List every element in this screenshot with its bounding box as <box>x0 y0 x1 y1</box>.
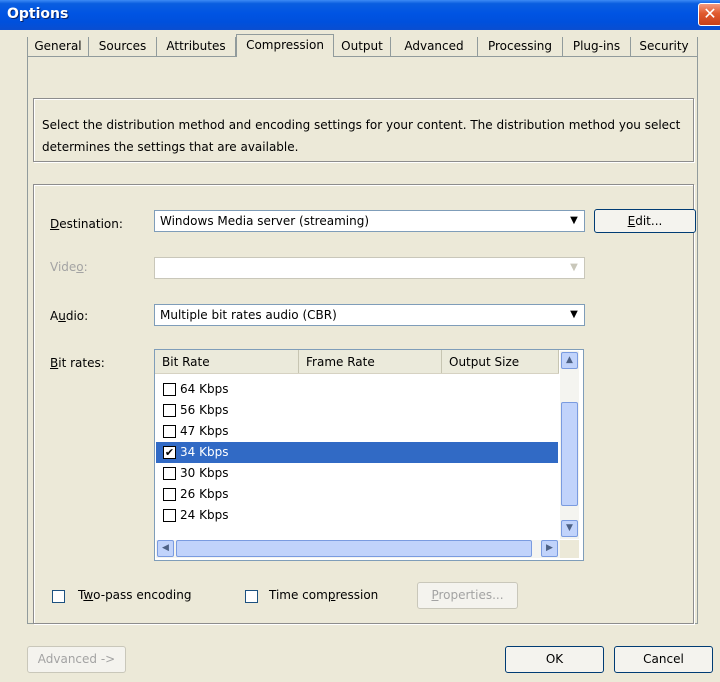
list-item[interactable]: 64 Kbps <box>156 379 558 400</box>
tab-sources[interactable]: Sources <box>89 37 157 57</box>
tab-processing[interactable]: Processing <box>478 37 563 57</box>
chevron-down-icon: ▼ <box>570 215 578 226</box>
column-bit-rate[interactable]: Bit Rate <box>155 350 299 373</box>
column-frame-rate[interactable]: Frame Rate <box>299 350 442 373</box>
title-bar[interactable]: Options <box>0 0 720 30</box>
description-text: Select the distribution method and encod… <box>42 118 681 154</box>
audio-dropdown[interactable]: Multiple bit rates audio (CBR) ▼ <box>154 304 585 326</box>
row-checkbox[interactable] <box>163 509 176 522</box>
list-item[interactable]: 47 Kbps <box>156 421 558 442</box>
close-icon: ✕ <box>703 4 717 23</box>
list-item[interactable]: 26 Kbps <box>156 484 558 505</box>
chevron-down-icon: ▼ <box>570 309 578 320</box>
bitrates-label: Bit rates: <box>50 356 105 370</box>
row-checkbox-checked[interactable]: ✔ <box>163 446 176 459</box>
properties-button[interactable]: Properties... <box>417 582 518 609</box>
row-checkbox[interactable] <box>163 383 176 396</box>
options-dialog: Options ✕ General Sources Attributes Com… <box>0 0 720 682</box>
tab-security[interactable]: Security <box>631 37 698 57</box>
tab-plugins[interactable]: Plug-ins <box>563 37 631 57</box>
tab-compression[interactable]: Compression <box>236 34 334 57</box>
tab-advanced[interactable]: Advanced <box>391 37 478 57</box>
list-item[interactable]: 24 Kbps <box>156 505 558 526</box>
video-label: Video: <box>50 260 88 274</box>
two-pass-checkbox[interactable] <box>52 590 65 603</box>
bitrates-list[interactable]: Bit Rate Frame Rate Output Size 64 Kbps … <box>154 349 584 561</box>
time-compression-checkbox[interactable] <box>245 590 258 603</box>
window-title: Options <box>7 6 69 22</box>
scroll-thumb[interactable] <box>561 402 578 506</box>
list-item[interactable]: 30 Kbps <box>156 463 558 484</box>
video-dropdown[interactable]: ▼ <box>154 257 585 279</box>
destination-dropdown[interactable]: Windows Media server (streaming) ▼ <box>154 210 585 232</box>
row-checkbox[interactable] <box>163 488 176 501</box>
destination-label: Destination: <box>50 217 123 231</box>
destination-value: Windows Media server (streaming) <box>160 214 370 228</box>
edit-button[interactable]: Edit... <box>594 209 696 233</box>
list-item-selected[interactable]: ✔ 34 Kbps <box>156 442 558 463</box>
row-checkbox[interactable] <box>163 404 176 417</box>
audio-label: Audio: <box>50 309 89 323</box>
vertical-scrollbar[interactable]: ▲ ▼ <box>560 351 579 539</box>
two-pass-label[interactable]: Two-pass encoding <box>78 588 191 602</box>
tab-output[interactable]: Output <box>334 37 391 57</box>
advanced-button[interactable]: Advanced -> <box>27 646 126 673</box>
scroll-corner <box>560 540 579 558</box>
time-compression-label[interactable]: Time compression <box>269 588 378 602</box>
scroll-right-button[interactable]: ▶ <box>541 540 558 557</box>
scroll-down-button[interactable]: ▼ <box>561 520 578 537</box>
row-checkbox[interactable] <box>163 425 176 438</box>
list-header: Bit Rate Frame Rate Output Size <box>155 350 559 374</box>
horizontal-scroll-thumb[interactable] <box>176 540 532 557</box>
scroll-up-button[interactable]: ▲ <box>561 352 578 369</box>
chevron-down-icon: ▼ <box>570 262 578 273</box>
row-checkbox[interactable] <box>163 467 176 480</box>
column-output-size[interactable]: Output Size <box>442 350 559 373</box>
cancel-button[interactable]: Cancel <box>614 646 713 673</box>
ok-button[interactable]: OK <box>505 646 604 673</box>
close-button[interactable]: ✕ <box>698 3 720 26</box>
horizontal-scrollbar[interactable]: ◀ ▶ <box>156 540 560 558</box>
scroll-left-button[interactable]: ◀ <box>157 540 174 557</box>
audio-value: Multiple bit rates audio (CBR) <box>160 308 337 322</box>
list-item[interactable]: 56 Kbps <box>156 400 558 421</box>
tab-general[interactable]: General <box>27 37 89 57</box>
tab-attributes[interactable]: Attributes <box>157 37 236 57</box>
